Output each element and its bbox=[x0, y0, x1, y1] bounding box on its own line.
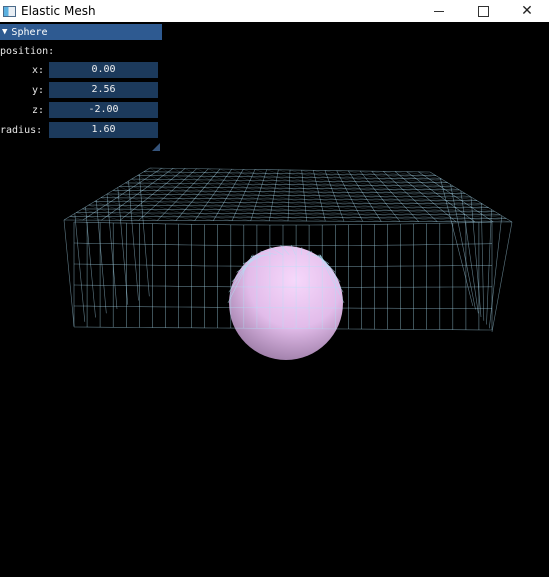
position-z-input[interactable]: -2.00 bbox=[49, 102, 158, 118]
position-z-row: z: -2.00 bbox=[0, 102, 162, 119]
radius-row: radius: 1.60 bbox=[0, 122, 162, 139]
radius-label: radius: bbox=[0, 125, 43, 136]
sphere-panel-header[interactable]: ▼ Sphere bbox=[0, 24, 162, 40]
maximize-button[interactable] bbox=[461, 0, 505, 22]
minimize-button[interactable] bbox=[417, 0, 461, 22]
y-label: y: bbox=[31, 85, 44, 96]
position-label: position: bbox=[0, 46, 55, 57]
position-y-input[interactable]: 2.56 bbox=[49, 82, 158, 98]
close-icon: ✕ bbox=[521, 3, 533, 19]
close-button[interactable]: ✕ bbox=[505, 0, 549, 22]
minimize-icon bbox=[434, 10, 444, 12]
app-icon bbox=[3, 5, 16, 17]
resize-grip-icon[interactable] bbox=[152, 143, 160, 151]
window-title: Elastic Mesh bbox=[21, 4, 96, 18]
title-bar: Elastic Mesh ✕ bbox=[0, 0, 549, 22]
collapse-arrow-icon[interactable]: ▼ bbox=[2, 27, 7, 37]
app-window: Elastic Mesh ✕ ▼ Sphere position: x: 0.0… bbox=[0, 0, 549, 577]
position-x-input[interactable]: 0.00 bbox=[49, 62, 158, 78]
window-controls: ✕ bbox=[417, 0, 549, 22]
x-label: x: bbox=[31, 65, 44, 76]
z-label: z: bbox=[31, 105, 44, 116]
position-x-row: x: 0.00 bbox=[0, 62, 162, 79]
sphere-panel: ▼ Sphere position: x: 0.00 y: 2.56 z: -2… bbox=[0, 24, 162, 152]
position-y-row: y: 2.56 bbox=[0, 82, 162, 99]
radius-input[interactable]: 1.60 bbox=[49, 122, 158, 138]
panel-title: Sphere bbox=[11, 26, 48, 38]
maximize-icon bbox=[477, 5, 489, 17]
